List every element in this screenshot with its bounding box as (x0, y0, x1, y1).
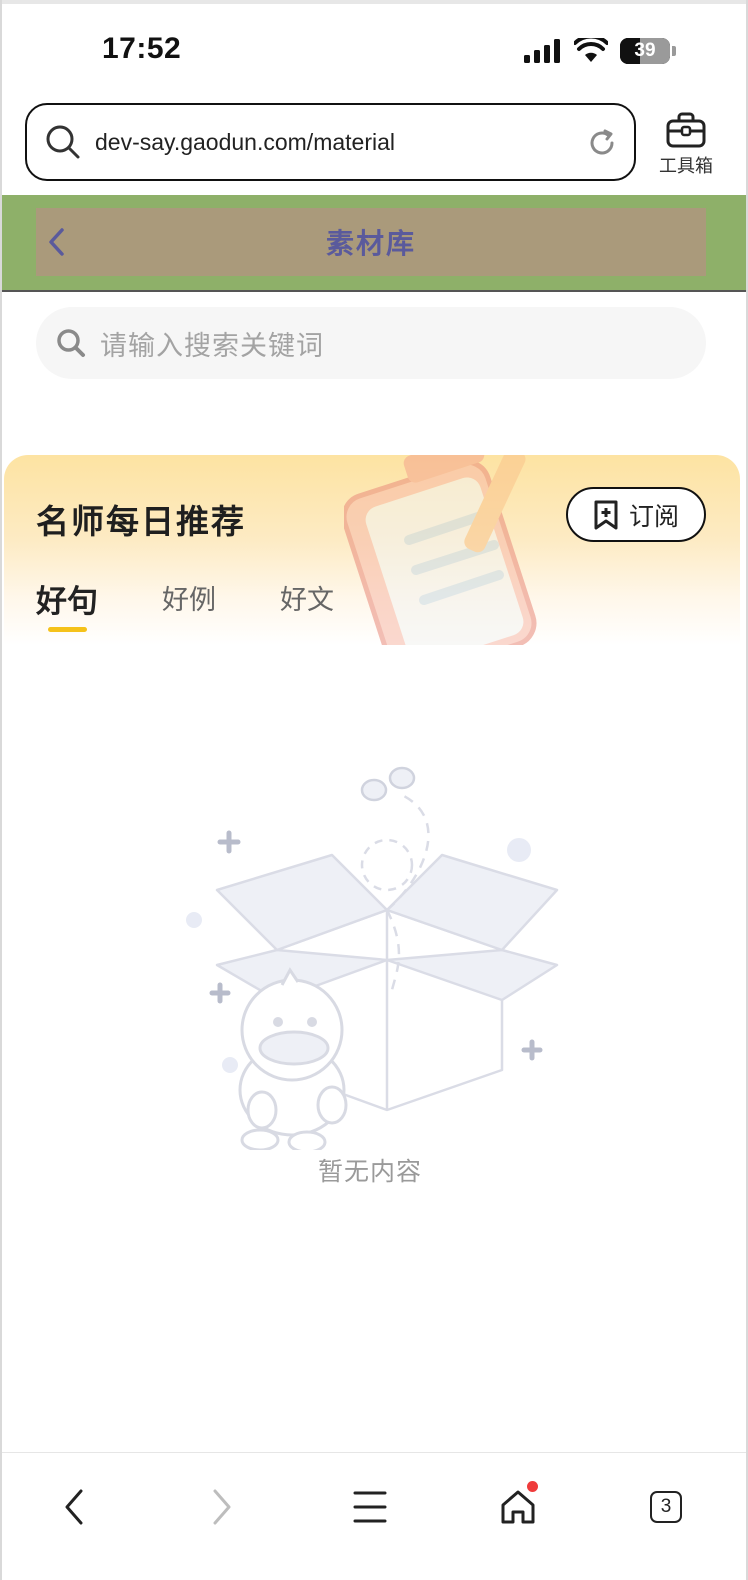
menu-icon (353, 1491, 387, 1523)
tab-good-examples[interactable]: 好例 (162, 578, 216, 617)
url-text[interactable]: dev-say.gaodun.com/material (95, 129, 395, 156)
search-placeholder: 请输入搜索关键词 (100, 330, 324, 362)
notification-dot (527, 1481, 538, 1492)
chevron-right-icon (213, 1489, 231, 1525)
browser-bottom-bar: 3 (2, 1452, 746, 1580)
toolbox-icon (666, 112, 706, 148)
top-divider (2, 0, 746, 4)
wifi-icon (574, 38, 608, 62)
recommend-card (4, 455, 740, 645)
signal-icon (524, 39, 560, 63)
search-icon (46, 125, 80, 159)
reload-icon[interactable] (586, 127, 618, 159)
tab-count: 3 (650, 1491, 682, 1523)
page-title: 素材库 (325, 227, 416, 260)
back-icon[interactable] (42, 226, 74, 258)
address-bar[interactable]: dev-say.gaodun.com/material (25, 103, 636, 181)
bookmark-plus-icon (594, 500, 618, 529)
browser-back-button[interactable] (44, 1481, 104, 1533)
subscribe-button[interactable]: 订阅 (566, 487, 706, 542)
browser-menu-button[interactable] (340, 1481, 400, 1533)
browser-tabs-button[interactable]: 3 (636, 1481, 696, 1533)
card-title: 名师每日推荐 (36, 502, 246, 541)
browser-home-button[interactable] (488, 1481, 548, 1533)
active-tab-indicator (48, 627, 87, 632)
toolbox-button[interactable]: 工具箱 (654, 112, 718, 178)
clipboard-illustration (344, 455, 537, 645)
chevron-left-icon (65, 1489, 83, 1525)
status-time: 17:52 (102, 32, 182, 65)
browser-frame: 17:52 39 dev-say.gaodun.com/material 工具箱… (0, 0, 748, 1580)
battery-cap (672, 46, 676, 56)
tab-good-sentences[interactable]: 好句 (36, 576, 98, 621)
search-icon (57, 329, 85, 357)
battery-level: 39 (634, 40, 656, 61)
toolbox-label: 工具箱 (659, 156, 713, 177)
empty-state-text: 暂无内容 (317, 1157, 422, 1186)
page-header-inner: 素材库 (36, 208, 706, 276)
keyword-search-input[interactable]: 请输入搜索关键词 (36, 307, 706, 379)
status-icons: 39 (524, 38, 676, 64)
home-icon (501, 1490, 535, 1524)
battery-icon: 39 (620, 38, 670, 64)
subscribe-label: 订阅 (628, 501, 679, 531)
empty-box-illustration (186, 766, 559, 1150)
page-header: 素材库 (2, 195, 746, 292)
browser-forward-button[interactable] (192, 1481, 252, 1533)
tab-good-articles[interactable]: 好文 (280, 578, 334, 617)
